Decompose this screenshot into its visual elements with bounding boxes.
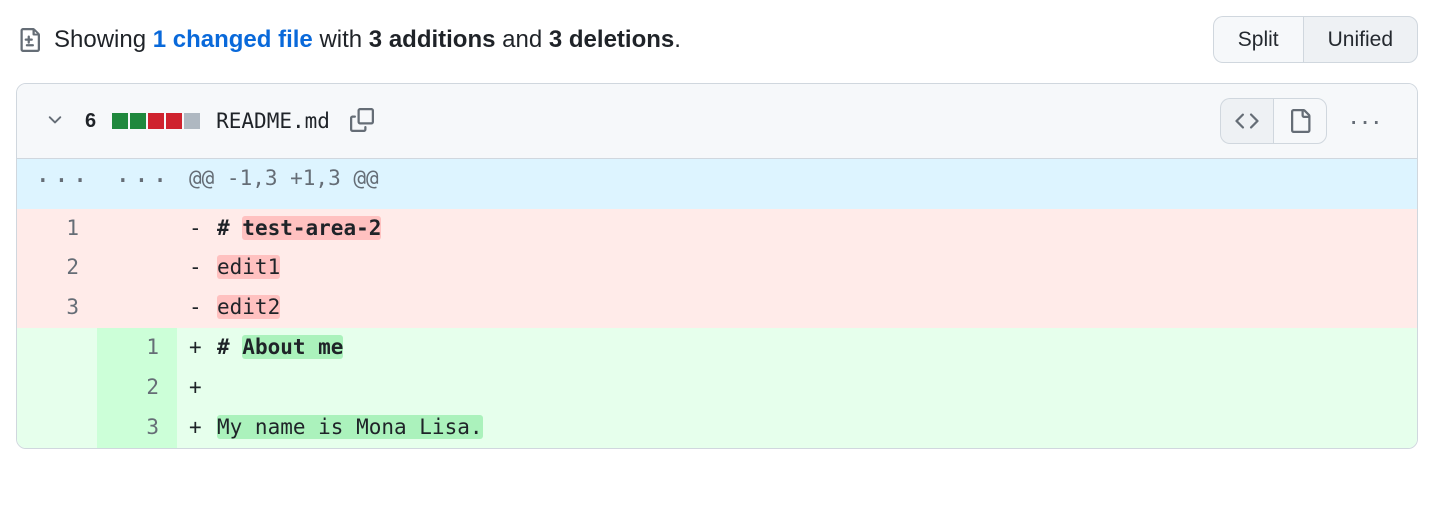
display-mode-toggle — [1220, 98, 1327, 144]
expand-hunk[interactable]: ··· — [17, 159, 97, 208]
source-view-button[interactable] — [1220, 98, 1273, 144]
file-name[interactable]: README.md — [216, 109, 330, 133]
new-line-number[interactable] — [97, 288, 177, 328]
kebab-icon: ··· — [1349, 105, 1383, 136]
collapse-file-toggle[interactable] — [41, 106, 69, 137]
changed-files-link[interactable]: 1 changed file — [153, 26, 313, 53]
copy-icon — [350, 108, 374, 132]
diff-code[interactable]: -edit1 — [177, 248, 1417, 288]
diff-marker: - — [189, 288, 217, 328]
hunk-header: @@ -1,3 +1,3 @@ — [177, 159, 1417, 208]
diff-toolbar: Showing 1 changed file with 3 additions … — [16, 16, 1418, 63]
diff-table: ······@@ -1,3 +1,3 @@1-# test-area-22-ed… — [17, 159, 1417, 448]
old-line-number[interactable] — [17, 328, 97, 368]
diff-summary: Showing 1 changed file with 3 additions … — [16, 26, 681, 54]
new-line-number[interactable]: 3 — [97, 408, 177, 448]
new-line-number[interactable]: 2 — [97, 368, 177, 408]
unified-view-button[interactable]: Unified — [1303, 16, 1418, 63]
rendered-view-button[interactable] — [1273, 98, 1327, 144]
old-line-number[interactable]: 3 — [17, 288, 97, 328]
removed-text: edit1 — [217, 255, 280, 279]
copy-path-button[interactable] — [346, 104, 378, 139]
diff-line-del: 1 -# test-area-2 — [17, 209, 1417, 249]
diff-marker: - — [189, 248, 217, 288]
new-line-number[interactable] — [97, 209, 177, 249]
diff-file: 6 README.md ··· ······@@ -1,3 +1,3 @@1-#… — [16, 83, 1418, 449]
old-line-number[interactable] — [17, 408, 97, 448]
removed-text: test-area-2 — [242, 216, 381, 240]
expand-hunk[interactable]: ··· — [97, 159, 177, 208]
diff-code[interactable]: +# About me — [177, 328, 1417, 368]
diff-summary-text: Showing 1 changed file with 3 additions … — [54, 26, 681, 54]
diff-marker: - — [189, 209, 217, 249]
diff-line-add: 3+My name is Mona Lisa. — [17, 408, 1417, 448]
diff-marker: + — [189, 328, 217, 368]
split-view-button[interactable]: Split — [1213, 16, 1303, 63]
removed-text: edit2 — [217, 295, 280, 319]
new-line-number[interactable] — [97, 248, 177, 288]
file-icon — [1288, 109, 1312, 133]
diff-code[interactable]: -# test-area-2 — [177, 209, 1417, 249]
diff-code[interactable]: + — [177, 368, 1417, 408]
diff-code[interactable]: +My name is Mona Lisa. — [177, 408, 1417, 448]
code-icon — [1235, 109, 1259, 133]
chevron-down-icon — [45, 110, 65, 130]
file-menu-button[interactable]: ··· — [1339, 99, 1393, 143]
hunk-header-row: ······@@ -1,3 +1,3 @@ — [17, 159, 1417, 208]
diff-line-add: 1+# About me — [17, 328, 1417, 368]
diff-marker: + — [189, 368, 217, 408]
diffstat-count: 6 — [85, 110, 96, 133]
old-line-number[interactable]: 1 — [17, 209, 97, 249]
diff-marker: + — [189, 408, 217, 448]
diff-icon — [16, 28, 40, 52]
old-line-number[interactable]: 2 — [17, 248, 97, 288]
new-line-number[interactable]: 1 — [97, 328, 177, 368]
diff-code[interactable]: -edit2 — [177, 288, 1417, 328]
diffstat-bar — [112, 113, 200, 129]
diff-line-add: 2+ — [17, 368, 1417, 408]
diff-line-del: 2 -edit1 — [17, 248, 1417, 288]
added-text: My name is Mona Lisa. — [217, 415, 483, 439]
old-line-number[interactable] — [17, 368, 97, 408]
view-mode-toggle: Split Unified — [1213, 16, 1418, 63]
diff-line-del: 3 -edit2 — [17, 288, 1417, 328]
file-header: 6 README.md ··· — [17, 84, 1417, 159]
added-text: About me — [242, 335, 343, 359]
